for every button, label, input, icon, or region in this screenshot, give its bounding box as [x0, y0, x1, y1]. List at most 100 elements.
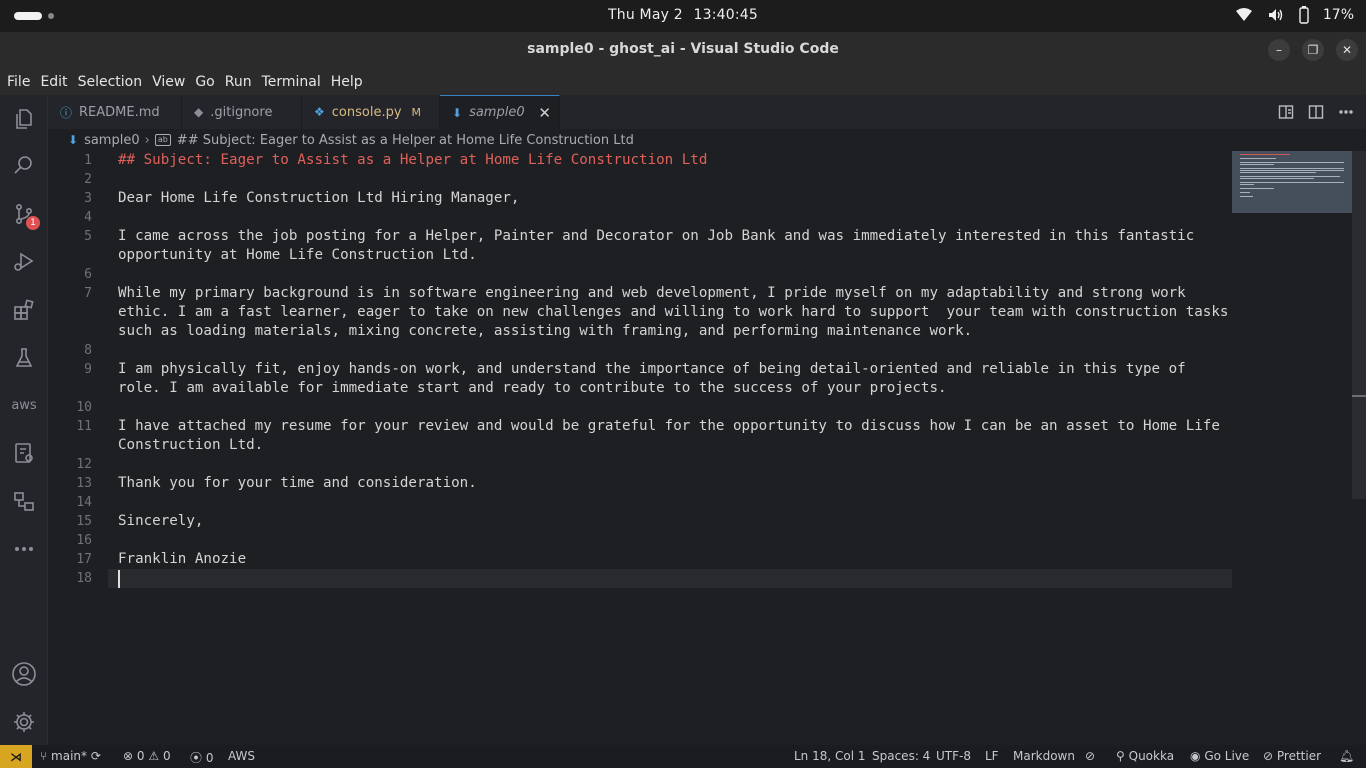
breadcrumb-symbol[interactable]: ## Subject: Eager to Assist as a Helper …	[177, 133, 634, 148]
encoding-status[interactable]: UTF-8	[936, 749, 971, 763]
run-debug-button[interactable]	[0, 238, 48, 286]
menu-view[interactable]: View	[147, 74, 190, 90]
python-icon: ❖	[314, 105, 325, 119]
extensions-button[interactable]	[0, 286, 48, 334]
accounts-button[interactable]	[0, 650, 48, 698]
gear-icon	[14, 712, 34, 732]
remote-indicator[interactable]: ⋊	[0, 745, 32, 768]
breadcrumb: ⬇ sample0 › ab ## Subject: Eager to Assi…	[48, 129, 1366, 151]
branch-status[interactable]: ⑂ main* ⟳	[40, 749, 101, 763]
system-top-bar: Thu May 2 13:40:45 17%	[0, 0, 1366, 32]
menu-run[interactable]: Run	[220, 74, 257, 90]
line-text: Thank you for your time and consideratio…	[118, 475, 477, 491]
sync-icon: ⟳	[90, 749, 101, 763]
minimize-icon: –	[1276, 43, 1282, 57]
cursor-position[interactable]: Ln 18, Col 1	[794, 749, 866, 763]
line-number: 1	[84, 153, 92, 168]
battery-percentage: 17%	[1322, 7, 1354, 23]
remote-explorer-button[interactable]	[0, 429, 48, 477]
testing-button[interactable]	[0, 334, 48, 382]
line-number: 14	[76, 495, 92, 510]
editor-scrollbar[interactable]	[1352, 151, 1366, 499]
explorer-button[interactable]	[0, 95, 48, 143]
restore-icon: ❐	[1307, 43, 1319, 57]
line-text: opportunity at Home Life Construction Lt…	[118, 247, 477, 263]
minimap-line	[1240, 168, 1344, 169]
markdown-heading-text: ## Subject: Eager to Assist as a Helper …	[118, 152, 708, 168]
account-icon	[12, 662, 36, 686]
menu-selection[interactable]: Selection	[73, 74, 148, 90]
run-debug-icon	[14, 252, 34, 271]
error-count: 0	[136, 749, 145, 763]
menu-edit[interactable]: Edit	[35, 74, 72, 90]
breadcrumb-file[interactable]: sample0	[84, 133, 140, 148]
eol-status[interactable]: LF	[985, 749, 999, 763]
info-icon: ⓘ	[60, 105, 73, 120]
line-number: 4	[84, 210, 92, 225]
copilot-disabled-icon[interactable]: ⊘	[1085, 749, 1095, 763]
source-control-badge: 1	[26, 216, 40, 230]
line-text: While my primary background is in softwa…	[118, 285, 1186, 301]
minimap-line	[1240, 176, 1340, 177]
line-number: 10	[76, 400, 92, 415]
modified-indicator: M	[411, 105, 422, 119]
system-tray[interactable]: 17%	[1235, 6, 1354, 24]
tab-readme[interactable]: ⓘ README.md	[48, 95, 182, 129]
tab-label: sample0	[469, 105, 525, 120]
go-live-label: Go Live	[1204, 749, 1250, 763]
menu-help[interactable]: Help	[326, 74, 368, 90]
go-live-button[interactable]: ◉ Go Live	[1190, 749, 1249, 763]
menu-go[interactable]: Go	[190, 74, 219, 90]
text-cursor	[118, 570, 120, 588]
line-number: 12	[76, 457, 92, 472]
line-text: Sincerely,	[118, 513, 204, 529]
tab-label: .gitignore	[210, 104, 273, 120]
tab-sample0[interactable]: ⬇ sample0 ✕	[440, 95, 560, 129]
structure-button[interactable]	[0, 478, 48, 526]
ports-status[interactable]: ⦿ 0	[190, 749, 213, 766]
minimap[interactable]	[1232, 151, 1352, 213]
aws-status[interactable]: AWS	[228, 749, 255, 763]
bell-icon[interactable]: 🔔︎	[1339, 749, 1354, 763]
line-text: Construction Ltd.	[118, 437, 264, 453]
menu-file[interactable]: File	[2, 74, 35, 90]
git-icon: ◆	[194, 105, 204, 119]
line-number: 18	[76, 571, 92, 586]
minimap-line	[1240, 162, 1344, 163]
minimap-line	[1240, 196, 1253, 197]
volume-icon	[1268, 9, 1283, 21]
tab-gitignore[interactable]: ◆ .gitignore	[182, 95, 302, 129]
minimap-line	[1240, 164, 1274, 165]
minimap-line	[1240, 192, 1250, 193]
maximize-button[interactable]: ❐	[1302, 39, 1324, 61]
wifi-icon	[1235, 8, 1252, 21]
more-actions-icon[interactable]	[1338, 104, 1354, 120]
warning-icon: ⚠	[148, 749, 160, 763]
clock[interactable]: Thu May 2 13:40:45	[0, 7, 1366, 23]
line-number: 16	[76, 533, 92, 548]
tab-console-py[interactable]: ❖ console.py M	[302, 95, 440, 129]
open-preview-icon[interactable]	[1278, 104, 1294, 120]
source-control-button[interactable]: 1	[0, 190, 48, 238]
problems-status[interactable]: ⊗ 0 ⚠ 0	[123, 749, 171, 763]
line-number: 15	[76, 514, 92, 529]
indentation-status[interactable]: Spaces: 4	[872, 749, 930, 763]
split-editor-icon[interactable]	[1308, 104, 1324, 120]
manage-button[interactable]	[0, 698, 48, 746]
menu-terminal[interactable]: Terminal	[257, 74, 326, 90]
quokka-status[interactable]: ⚲ Quokka	[1116, 749, 1174, 763]
minimize-button[interactable]: –	[1268, 39, 1290, 61]
aws-button[interactable]: aws	[0, 381, 48, 429]
line-text: such as loading materials, mixing concre…	[118, 323, 973, 339]
minimap-line	[1240, 178, 1314, 179]
language-mode[interactable]: Markdown	[1013, 749, 1075, 763]
remote-explorer-icon	[15, 443, 33, 463]
tab-close-icon[interactable]: ✕	[538, 104, 551, 122]
extensions-icon	[14, 299, 34, 320]
code-editor[interactable]: 1 ## Subject: Eager to Assist as a Helper…	[48, 151, 1366, 745]
clock-time: 13:40:45	[693, 7, 758, 23]
prettier-status[interactable]: ⊘ Prettier	[1263, 749, 1321, 763]
more-views-button[interactable]	[0, 525, 48, 573]
close-window-button[interactable]: ✕	[1336, 39, 1358, 61]
search-button[interactable]	[0, 141, 48, 189]
